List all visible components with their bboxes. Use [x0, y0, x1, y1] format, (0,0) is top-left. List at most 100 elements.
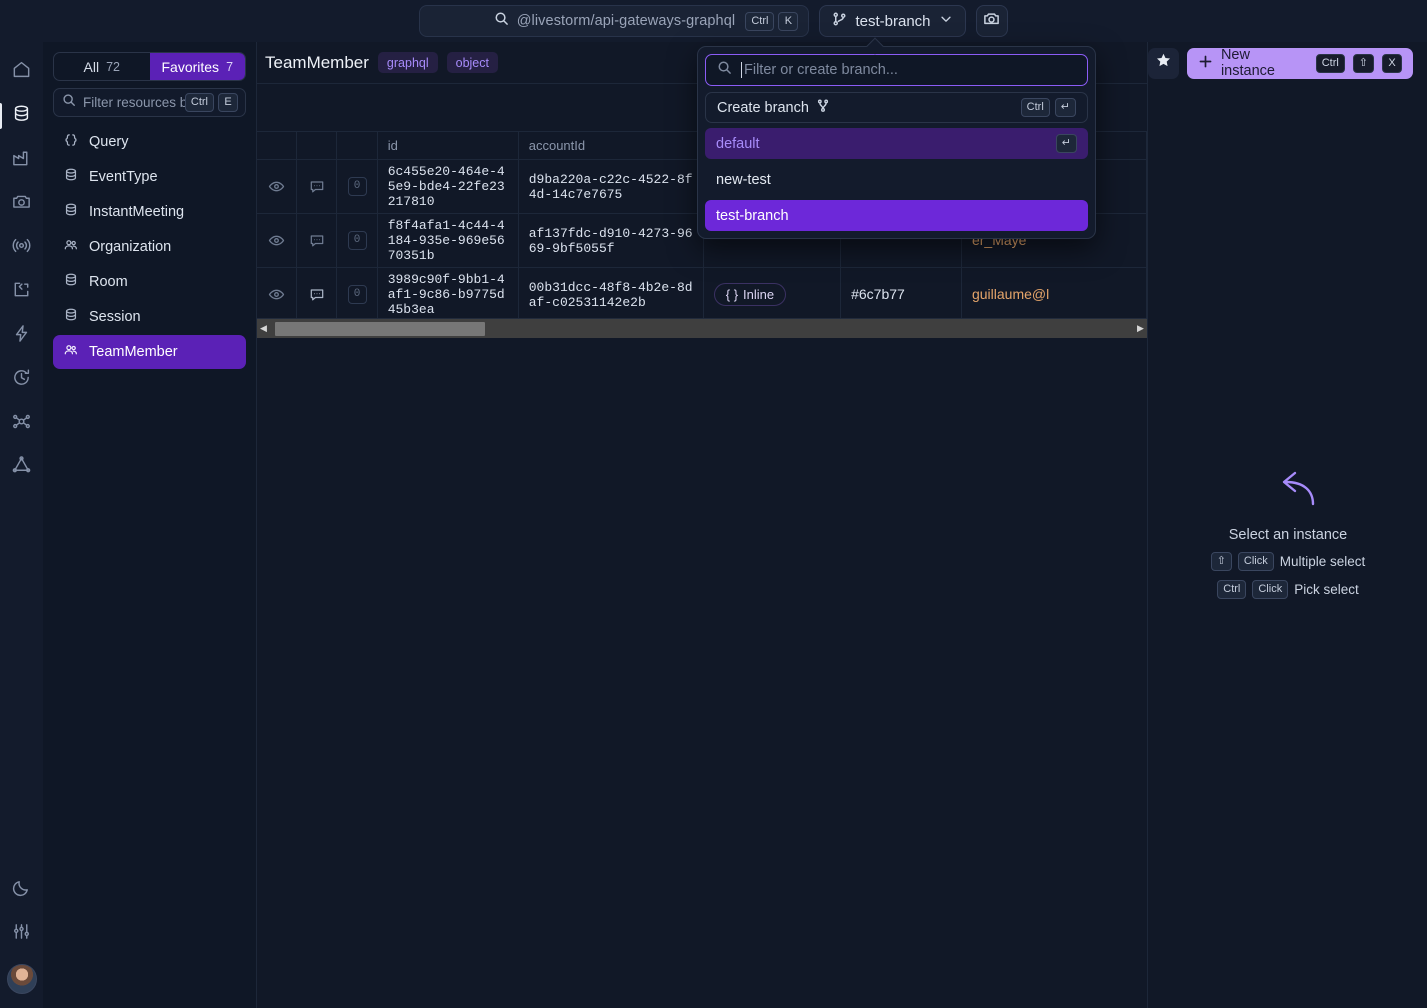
column-header-tags [337, 132, 378, 159]
rail-item-graphql[interactable] [0, 446, 43, 490]
resource-filter-input[interactable]: Filter resources by Ctrl E [53, 88, 246, 117]
resource-sidebar: All 72 Favorites 7 Filter resources by C… [43, 42, 257, 1008]
scrollbar-track[interactable] [270, 319, 1134, 339]
row-visibility-toggle[interactable] [257, 160, 298, 213]
branch-option-default[interactable]: default ↵ [705, 128, 1088, 159]
sidebar-item-eventtype[interactable]: EventType [53, 160, 246, 194]
history-icon [11, 367, 32, 393]
column-header-accountid[interactable]: accountId [519, 132, 704, 159]
sidebar-item-session[interactable]: Session [53, 300, 246, 334]
plus-icon [1198, 54, 1213, 73]
back-arrow-icon [1257, 467, 1319, 514]
tab-favorites[interactable]: Favorites 7 [149, 53, 245, 80]
cell-accountid: af137fdc-d910-4273-9669-9bf5055f [519, 214, 704, 267]
cell-email: guillaume@l [962, 268, 1147, 321]
rail-item-code[interactable] [0, 270, 43, 314]
hint-label: Multiple select [1279, 554, 1366, 569]
row-comment-button[interactable] [297, 214, 338, 267]
tab-all[interactable]: All 72 [54, 53, 150, 80]
cell-id: 3989c90f-9bb1-4af1-9c86-b9775d45b3ea [378, 268, 519, 321]
sliders-icon [11, 921, 32, 947]
scrollbar-thumb[interactable] [275, 321, 485, 336]
hint-multiple-select: ⇧ Click Multiple select [1210, 552, 1366, 571]
tab-all-count: 72 [106, 59, 120, 74]
column-header-id[interactable]: id [378, 132, 519, 159]
tag-count-badge: 0 [347, 177, 367, 196]
cell-color: #6c7b77 [841, 268, 962, 321]
sidebar-item-label: EventType [89, 169, 158, 185]
badge-object: object [446, 52, 498, 73]
create-branch-shortcut: Ctrl ↵ [1020, 98, 1076, 117]
table-row[interactable]: 0 3989c90f-9bb1-4af1-9c86-b9775d45b3ea 0… [257, 268, 1147, 322]
row-tag-count[interactable]: 0 [337, 214, 378, 267]
horizontal-scrollbar[interactable]: ◀ ▶ [257, 318, 1147, 338]
sidebar-item-instantmeeting[interactable]: InstantMeeting [53, 195, 246, 229]
resource-scope-tabs: All 72 Favorites 7 [53, 52, 246, 81]
factory-icon [11, 147, 32, 173]
kbd-click: Click [1252, 580, 1289, 599]
graphql-icon [11, 455, 32, 481]
sidebar-item-room[interactable]: Room [53, 265, 246, 299]
scroll-left-arrow[interactable]: ◀ [257, 323, 270, 334]
branch-option-label: new-test [716, 171, 771, 188]
text-cursor [741, 62, 742, 78]
row-tag-count[interactable]: 0 [337, 268, 378, 321]
omnibar-shortcut: Ctrl K [745, 11, 799, 31]
network-icon [11, 411, 32, 437]
rail-item-home[interactable] [0, 50, 43, 94]
sidebar-item-label: TeamMember [89, 344, 178, 360]
branch-selector-button[interactable]: test-branch [819, 5, 966, 37]
rail-item-database[interactable] [0, 94, 43, 138]
badge-graphql: graphql [377, 52, 438, 73]
hint-label: Pick select [1294, 582, 1359, 597]
sidebar-item-organization[interactable]: Organization [53, 230, 246, 264]
rail-item-factory[interactable] [0, 138, 43, 182]
new-instance-button[interactable]: New instance Ctrl ⇧ X [1186, 47, 1413, 79]
sidebar-item-label: Organization [89, 239, 172, 255]
branch-filter-input[interactable]: Filter or create branch... [705, 54, 1088, 86]
kbd-click: Click [1237, 552, 1274, 571]
rail-item-theme-toggle[interactable] [0, 868, 43, 912]
hint-pick-select: Ctrl Click Pick select [1217, 580, 1359, 599]
row-visibility-toggle[interactable] [257, 268, 298, 321]
rail-item-settings[interactable] [0, 912, 43, 956]
tag-count-badge: 0 [347, 231, 367, 250]
branch-option-test-branch[interactable]: test-branch [705, 200, 1088, 231]
sidebar-item-label: Room [89, 274, 128, 290]
rail-item-camera[interactable] [0, 182, 43, 226]
row-visibility-toggle[interactable] [257, 214, 298, 267]
sidebar-item-query[interactable]: Query [53, 125, 246, 159]
row-comment-button[interactable] [297, 268, 338, 321]
icon-rail [0, 42, 43, 1008]
omnibar-search[interactable]: @livestorm/api-gateways-graphql Ctrl K [419, 5, 810, 37]
rail-item-network[interactable] [0, 402, 43, 446]
rail-item-history[interactable] [0, 358, 43, 402]
sidebar-item-teammember[interactable]: TeamMember [53, 335, 246, 369]
rail-item-lightning[interactable] [0, 314, 43, 358]
home-icon [11, 59, 32, 85]
rail-item-broadcast[interactable] [0, 226, 43, 270]
sidebar-item-label: InstantMeeting [89, 204, 185, 220]
database-icon [11, 103, 32, 129]
camera-icon [983, 10, 1000, 32]
database-icon [63, 167, 79, 188]
create-branch-item[interactable]: Create branch Ctrl ↵ [705, 92, 1088, 123]
row-tag-count[interactable]: 0 [337, 160, 378, 213]
favorite-button[interactable] [1148, 47, 1179, 79]
screenshot-button[interactable] [975, 5, 1008, 37]
row-comment-button[interactable] [297, 160, 338, 213]
create-branch-label: Create branch [717, 99, 809, 116]
cell-email-text: guillaume@l [971, 286, 1050, 302]
scroll-right-arrow[interactable]: ▶ [1134, 323, 1147, 334]
code-icon [11, 279, 32, 305]
create-branch-label-wrap: Create branch [717, 98, 830, 117]
new-instance-label: New instance [1220, 47, 1275, 79]
branch-option-new-test[interactable]: new-test [705, 164, 1088, 195]
search-icon [62, 93, 76, 112]
instance-panel-header: New instance Ctrl ⇧ X [1148, 42, 1427, 84]
inline-chip[interactable]: { } Inline [713, 283, 787, 306]
moon-icon [11, 877, 32, 903]
column-header-visibility [257, 132, 298, 159]
user-avatar[interactable] [6, 964, 37, 994]
kbd-ctrl: Ctrl [1217, 580, 1247, 599]
